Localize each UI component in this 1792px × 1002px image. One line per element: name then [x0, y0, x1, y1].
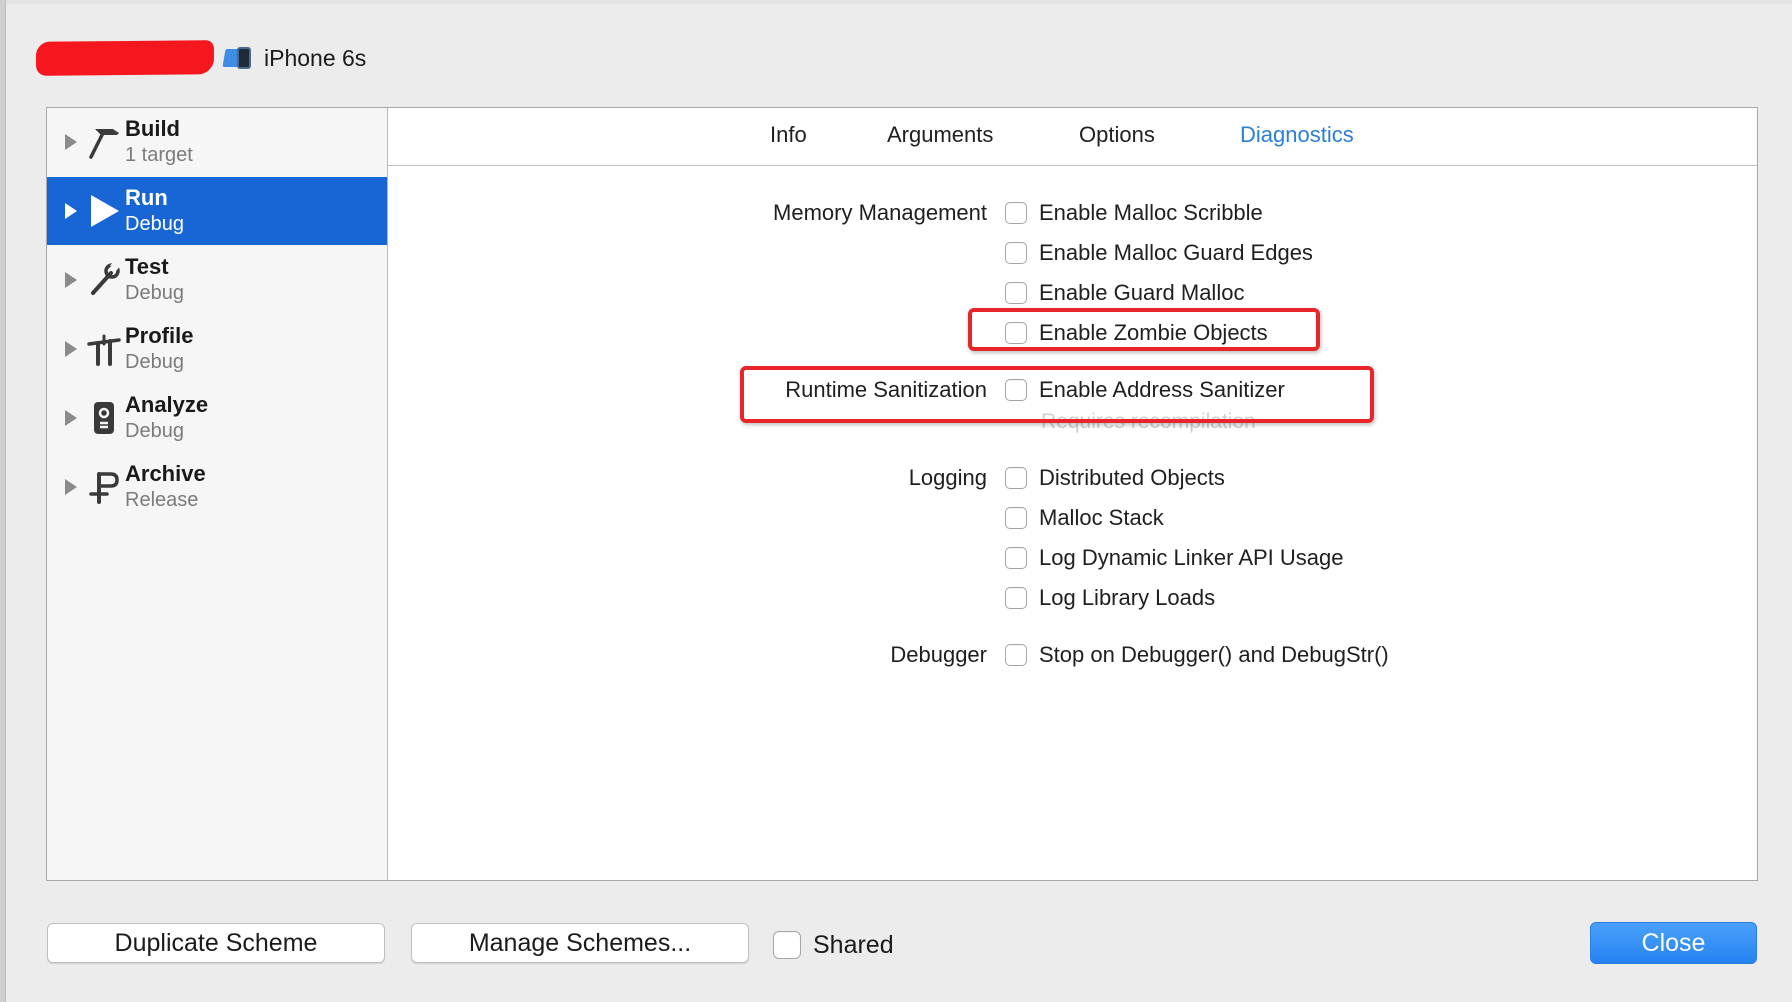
disclosure-triangle-icon[interactable] — [65, 341, 77, 357]
tab-bar: Info Arguments Options Diagnostics — [388, 108, 1757, 166]
sidebar-item-subtitle: 1 target — [125, 144, 193, 166]
stop-on-debugger-checkbox[interactable] — [1005, 644, 1027, 666]
close-button[interactable]: Close — [1590, 922, 1757, 964]
option-stop-on-debugger[interactable]: Stop on Debugger() and DebugStr() — [1005, 641, 1389, 669]
disclosure-triangle-icon[interactable] — [65, 272, 77, 288]
sidebar-item-archive[interactable]: Archive Release — [47, 453, 387, 521]
tab-options[interactable]: Options — [1079, 122, 1155, 148]
option-label: Log Dynamic Linker API Usage — [1039, 545, 1344, 570]
hammer-icon — [87, 122, 121, 162]
scheme-selector[interactable]: iPhone 6s — [35, 38, 367, 78]
duplicate-scheme-button[interactable]: Duplicate Scheme — [47, 923, 385, 963]
malloc-stack-checkbox[interactable] — [1005, 507, 1027, 529]
option-malloc-scribble[interactable]: Enable Malloc Scribble — [1005, 199, 1263, 227]
option-guard-malloc[interactable]: Enable Guard Malloc — [1005, 279, 1244, 307]
tab-diagnostics[interactable]: Diagnostics — [1240, 122, 1354, 148]
option-label: Enable Malloc Scribble — [1039, 200, 1263, 225]
instruments-icon — [87, 329, 121, 369]
sidebar-item-profile[interactable]: Profile Debug — [47, 315, 387, 383]
shared-checkbox[interactable] — [773, 931, 801, 959]
address-sanitizer-highlight — [740, 366, 1374, 423]
sidebar-item-subtitle: Debug — [125, 213, 184, 235]
disclosure-triangle-icon[interactable] — [65, 203, 77, 219]
sidebar-item-build[interactable]: Build 1 target — [47, 108, 387, 176]
sidebar-item-test[interactable]: Test Debug — [47, 246, 387, 314]
option-label: Enable Guard Malloc — [1039, 280, 1245, 305]
disclosure-triangle-icon[interactable] — [65, 134, 77, 150]
sidebar-item-subtitle: Debug — [125, 420, 184, 442]
option-label: Malloc Stack — [1039, 505, 1164, 530]
option-label: Log Library Loads — [1039, 585, 1216, 610]
shared-label: Shared — [813, 930, 894, 959]
option-label: Stop on Debugger() and DebugStr() — [1039, 642, 1389, 667]
debugger-label: Debugger — [890, 642, 987, 667]
sidebar-item-subtitle: Debug — [125, 351, 184, 373]
shared-toggle[interactable]: Shared — [773, 928, 894, 962]
distributed-objects-checkbox[interactable] — [1005, 467, 1027, 489]
option-label: Enable Malloc Guard Edges — [1039, 240, 1313, 265]
sidebar-item-title: Analyze — [125, 392, 209, 417]
tab-arguments[interactable]: Arguments — [887, 122, 993, 148]
option-log-dynamic-linker[interactable]: Log Dynamic Linker API Usage — [1005, 544, 1344, 572]
analyze-icon — [87, 398, 121, 438]
option-malloc-stack[interactable]: Malloc Stack — [1005, 504, 1164, 532]
scheme-editor-panel: Build 1 target Run Debug Test Debug Prof… — [46, 107, 1758, 881]
wrench-icon — [87, 260, 121, 300]
archive-icon — [87, 467, 121, 507]
play-icon — [87, 191, 121, 231]
window-top-edge — [0, 0, 1792, 4]
option-malloc-guard-edges[interactable]: Enable Malloc Guard Edges — [1005, 239, 1313, 267]
guard-malloc-checkbox[interactable] — [1005, 282, 1027, 304]
option-log-library-loads[interactable]: Log Library Loads — [1005, 584, 1215, 612]
malloc-guard-edges-checkbox[interactable] — [1005, 242, 1027, 264]
diagnostics-content: Info Arguments Options Diagnostics Memor… — [388, 108, 1757, 880]
sidebar-item-title: Archive — [125, 461, 206, 486]
tab-info[interactable]: Info — [770, 122, 807, 148]
redacted-scheme-name — [35, 40, 215, 76]
sidebar-item-title: Run — [125, 185, 168, 210]
sidebar-item-title: Test — [125, 254, 169, 279]
sidebar-item-title: Profile — [125, 323, 194, 348]
sidebar-item-run[interactable]: Run Debug — [47, 177, 387, 245]
destination-device-name: iPhone 6s — [264, 44, 367, 71]
malloc-scribble-checkbox[interactable] — [1005, 202, 1027, 224]
log-dynamic-linker-checkbox[interactable] — [1005, 547, 1027, 569]
manage-schemes-button[interactable]: Manage Schemes... — [411, 923, 749, 963]
memory-management-label: Memory Management — [773, 200, 987, 225]
zombie-objects-highlight — [968, 308, 1320, 351]
disclosure-triangle-icon[interactable] — [65, 410, 77, 426]
option-distributed-objects[interactable]: Distributed Objects — [1005, 464, 1225, 492]
sidebar-item-subtitle: Debug — [125, 282, 184, 304]
log-library-loads-checkbox[interactable] — [1005, 587, 1027, 609]
scheme-action-sidebar: Build 1 target Run Debug Test Debug Prof… — [47, 108, 388, 880]
window-left-edge — [0, 0, 6, 1002]
logging-label: Logging — [908, 465, 987, 490]
option-label: Distributed Objects — [1039, 465, 1225, 490]
sidebar-item-analyze[interactable]: Analyze Debug — [47, 384, 387, 452]
sidebar-item-title: Build — [125, 116, 180, 141]
ios-device-icon — [222, 46, 254, 70]
sidebar-item-subtitle: Release — [125, 489, 199, 511]
disclosure-triangle-icon[interactable] — [65, 479, 77, 495]
